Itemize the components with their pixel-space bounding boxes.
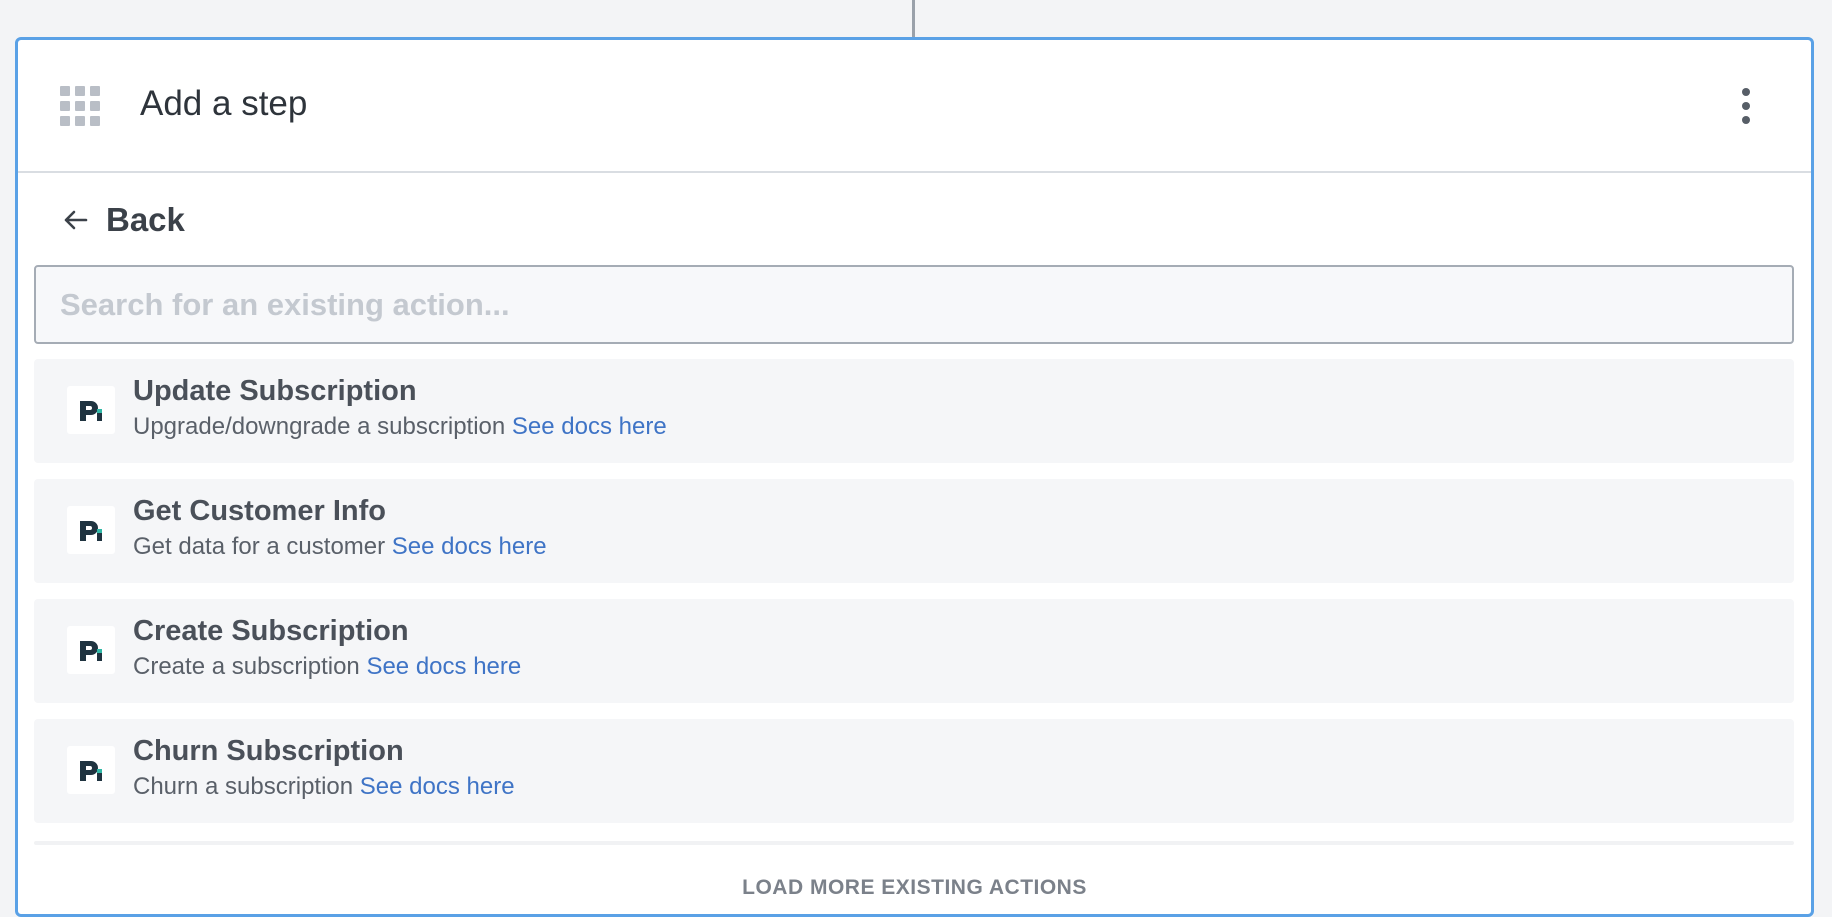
flow-connector-line	[912, 0, 915, 38]
more-vertical-icon[interactable]	[1739, 88, 1753, 124]
action-description: Churn a subscription See docs here	[133, 773, 515, 801]
panel-header: Add a step	[18, 40, 1811, 173]
action-title: Create Subscription	[133, 615, 409, 647]
app-logo-icon	[67, 506, 115, 554]
docs-link[interactable]: See docs here	[392, 533, 547, 560]
action-description-text: Create a subscription	[133, 653, 360, 680]
docs-link[interactable]: See docs here	[366, 653, 521, 680]
action-description-text: Upgrade/downgrade a subscription	[133, 413, 506, 440]
arrow-left-icon	[64, 210, 88, 230]
app-logo-icon	[67, 626, 115, 674]
back-label: Back	[106, 201, 185, 238]
add-step-panel: Add a step Back Update Subscription Upgr…	[15, 37, 1814, 917]
list-divider	[34, 841, 1794, 845]
action-list: Update Subscription Upgrade/downgrade a …	[34, 359, 1794, 839]
list-item[interactable]: Get Customer Info Get data for a custome…	[34, 479, 1794, 583]
action-description-text: Get data for a customer	[133, 533, 386, 560]
docs-link[interactable]: See docs here	[512, 413, 667, 440]
action-title: Update Subscription	[133, 375, 417, 407]
docs-link[interactable]: See docs here	[360, 773, 515, 800]
list-item[interactable]: Churn Subscription Churn a subscription …	[34, 719, 1794, 823]
grid-icon	[60, 86, 100, 126]
search-input[interactable]	[34, 265, 1794, 344]
action-description-text: Churn a subscription	[133, 773, 354, 800]
back-button[interactable]: Back	[62, 200, 185, 240]
load-more-button[interactable]: LOAD MORE EXISTING ACTIONS	[18, 876, 1811, 900]
action-description: Get data for a customer See docs here	[133, 533, 547, 561]
app-logo-icon	[67, 746, 115, 794]
action-description: Upgrade/downgrade a subscription See doc…	[133, 413, 667, 441]
action-description: Create a subscription See docs here	[133, 653, 521, 681]
action-title: Churn Subscription	[133, 735, 404, 767]
list-item[interactable]: Create Subscription Create a subscriptio…	[34, 599, 1794, 703]
action-title: Get Customer Info	[133, 495, 386, 527]
list-item[interactable]: Update Subscription Upgrade/downgrade a …	[34, 359, 1794, 463]
app-logo-icon	[67, 386, 115, 434]
panel-title: Add a step	[140, 84, 308, 123]
